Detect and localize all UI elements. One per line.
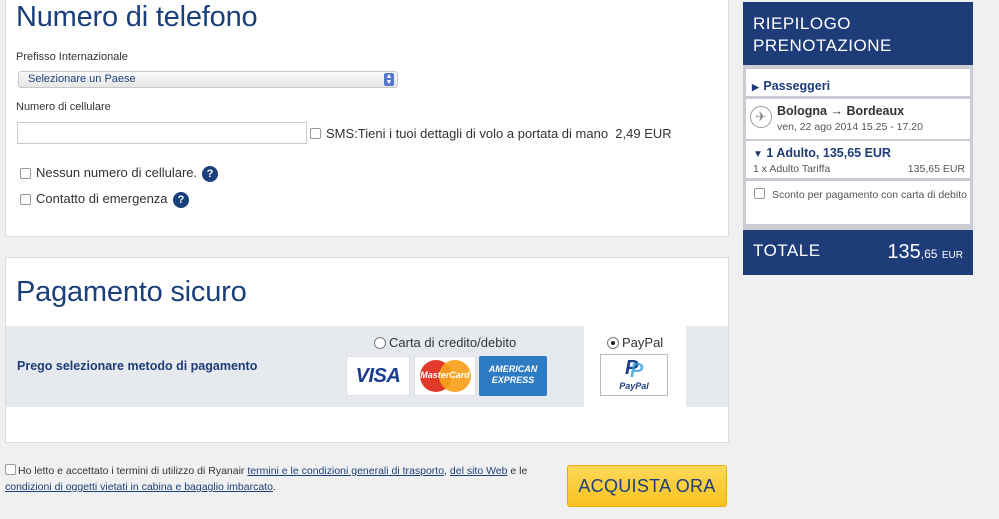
emergency-label: Contatto di emergenza (36, 191, 168, 206)
caret-down-icon: ▼ (753, 149, 763, 160)
card-option-label[interactable]: Carta di credito/debito (389, 335, 516, 350)
country-prefix-value: Selezionare un Paese (28, 73, 136, 85)
terms-prefix: Ho letto e accettato i termini di utiliz… (18, 465, 245, 477)
adult-fare-label: 1 x Adulto Tariffa (753, 163, 831, 175)
chevron-updown-icon: ▲ ▼ (384, 73, 394, 86)
help-icon[interactable]: ? (173, 192, 189, 208)
summary-body: ▶ Passeggeri ✈ Bologna → Bordeaux ven, 2… (743, 65, 973, 230)
mobile-label: Numero di cellulare (16, 101, 111, 113)
payment-title: Pagamento sicuro (16, 276, 247, 308)
paypal-logo: PP PayPal (600, 354, 668, 396)
sms-text: SMS:Tieni i tuoi dettagli di volo a port… (326, 126, 609, 141)
website-terms-link[interactable]: del sito Web (450, 465, 508, 477)
buy-now-button[interactable]: ACQUISTA ORA (567, 465, 727, 507)
visa-logo: VISA (346, 356, 410, 396)
phone-section: Numero di telefono Prefisso Internaziona… (5, 0, 729, 237)
transport-terms-link[interactable]: termini e le condizioni generali di tras… (247, 465, 444, 477)
no-mobile-checkbox[interactable] (20, 168, 31, 179)
paypal-option-label[interactable]: PayPal (622, 335, 663, 350)
sms-checkbox[interactable] (310, 128, 321, 139)
total-label: TOTALE (753, 241, 821, 260)
card-radio[interactable] (374, 337, 386, 349)
summary-header: RIEPILOGO PRENOTAZIONE (743, 2, 973, 65)
paypal-radio[interactable] (607, 337, 619, 349)
total-amount: 135,65 EUR (887, 241, 963, 264)
fare-header: ▼ 1 Adulto, 135,65 EUR (753, 146, 891, 160)
flight-info: ✈ Bologna → Bordeaux ven, 22 ago 2014 15… (746, 99, 970, 139)
terms-checkbox[interactable] (5, 464, 16, 475)
mastercard-logo: MasterCard (414, 356, 476, 396)
flight-datetime: ven, 22 ago 2014 15.25 - 17.20 (777, 121, 923, 133)
payment-prompt: Prego selezionare metodo di pagamento (17, 359, 258, 373)
paypal-logo-text: PayPal (619, 381, 649, 391)
total-bar: TOTALE 135,65 EUR (743, 230, 973, 275)
terms-middle: e le (510, 465, 528, 477)
route: Bologna → Bordeaux (777, 104, 905, 118)
prohibited-items-link[interactable]: condizioni di oggetti vietati in cabina … (5, 481, 273, 493)
sms-price: 2,49 EUR (615, 126, 672, 141)
debit-discount: Sconto per pagamento con carta di debito (746, 181, 970, 224)
terms-agreement: Ho letto e accettato i termini di utiliz… (5, 463, 545, 495)
payment-section: Pagamento sicuro Prego selezionare metod… (5, 257, 729, 443)
mobile-number-input[interactable] (17, 122, 307, 144)
summary-title-line2: PRENOTAZIONE (753, 36, 892, 55)
emergency-checkbox[interactable] (20, 194, 31, 205)
plane-icon: ✈ (750, 106, 772, 128)
country-prefix-select[interactable]: Selezionare un Paese ▲ ▼ (18, 71, 398, 88)
passengers-toggle[interactable]: ▶ Passeggeri (746, 69, 970, 96)
terms-sep: , (444, 465, 447, 477)
terms-end: . (272, 481, 276, 493)
sms-label: SMS:Tieni i tuoi dettagli di volo a port… (326, 126, 672, 141)
no-mobile-label: Nessun numero di cellulare. (36, 165, 198, 180)
debit-discount-label: Sconto per pagamento con carta di debito (772, 189, 967, 201)
prefix-label: Prefisso Internazionale (16, 51, 128, 63)
caret-right-icon: ▶ (752, 82, 759, 92)
total-currency: EUR (941, 250, 963, 261)
phone-title: Numero di telefono (16, 1, 258, 33)
summary-title-line1: RIEPILOGO (753, 14, 852, 33)
mastercard-text: MasterCard (420, 370, 470, 380)
adult-fare-price: 135,65 EUR (907, 163, 965, 175)
total-int: 135 (887, 241, 921, 263)
amex-line1: AMERICAN (488, 364, 538, 374)
amex-line2: EXPRESS (491, 375, 535, 385)
adult-fare-header: 1 Adulto, 135,65 EUR (766, 146, 891, 160)
help-icon[interactable]: ? (202, 166, 218, 182)
passengers-label: Passeggeri (763, 79, 831, 93)
amex-logo: AMERICAN EXPRESS (479, 356, 547, 396)
fare-breakdown[interactable]: ▼ 1 Adulto, 135,65 EUR 1 x Adulto Tariff… (746, 141, 970, 178)
total-dec: ,65 (920, 247, 938, 261)
